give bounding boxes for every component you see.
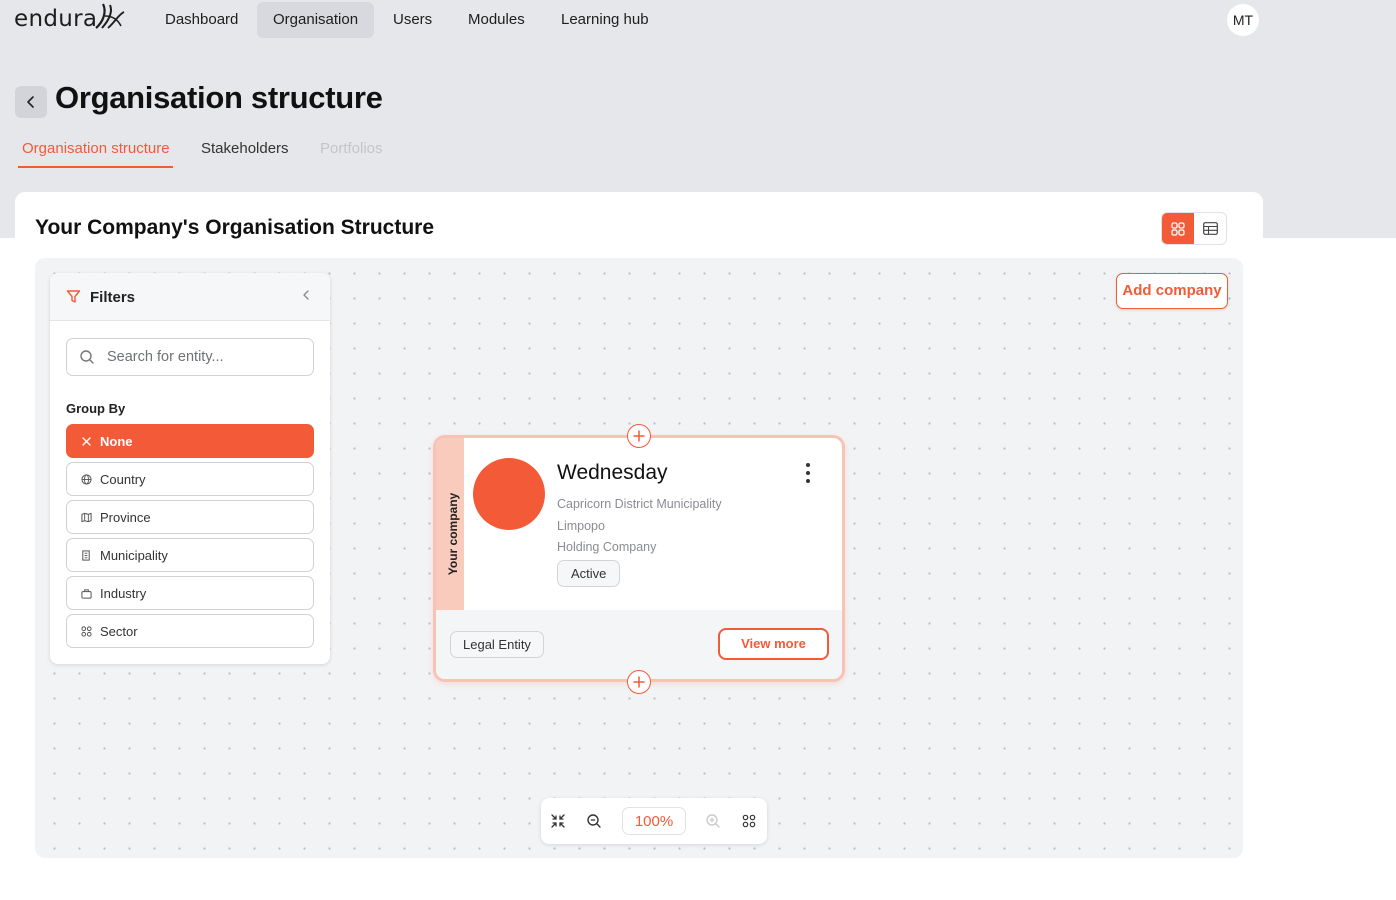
group-option-label: Industry <box>100 585 147 601</box>
grid-icon <box>742 814 756 828</box>
node-side-strip: Your company <box>436 438 464 610</box>
view-more-button[interactable]: View more <box>718 628 829 660</box>
status-badge: Active <box>557 560 621 587</box>
zoom-out-button[interactable] <box>584 811 604 831</box>
close-icon <box>79 434 93 448</box>
add-company-button[interactable]: Add company <box>1116 273 1228 309</box>
minimize-icon <box>551 814 565 828</box>
search-input[interactable] <box>107 347 307 367</box>
active-tab-indicator <box>18 166 173 168</box>
entity-type-badge: Legal Entity <box>450 631 544 658</box>
group-option-label: Sector <box>100 623 138 639</box>
filter-icon <box>66 290 81 303</box>
company-avatar <box>473 458 545 530</box>
filters-title: Filters <box>90 289 136 306</box>
group-option-label: None <box>100 433 133 449</box>
factory-icon <box>79 586 93 600</box>
company-node[interactable]: Your company Wednesday Capricorn Distric… <box>433 435 845 682</box>
collapse-panel-icon[interactable] <box>300 288 312 302</box>
group-option-municipality[interactable]: Municipality <box>66 538 314 572</box>
nav-users[interactable]: Users <box>377 2 448 38</box>
globe-icon <box>79 472 93 486</box>
layout-button[interactable] <box>739 811 759 831</box>
grid-icon <box>79 624 93 638</box>
node-side-label: Your company <box>446 492 460 576</box>
entity-search <box>66 338 314 376</box>
company-type: Holding Company <box>557 540 657 554</box>
table-icon <box>1202 222 1218 235</box>
tab-portfolios: Portfolios <box>320 140 383 157</box>
filters-panel: Filters Group By None Country Province M… <box>50 273 330 664</box>
nav-dashboard[interactable]: Dashboard <box>149 2 254 38</box>
search-icon <box>80 350 94 364</box>
brand-name: endura <box>14 6 98 32</box>
brand-mark-icon <box>95 3 125 29</box>
tab-stakeholders[interactable]: Stakeholders <box>201 140 289 157</box>
zoom-level[interactable]: 100% <box>622 807 686 835</box>
page-title: Organisation structure <box>55 80 383 115</box>
add-child-button[interactable] <box>627 670 651 694</box>
nav-learning-hub[interactable]: Learning hub <box>545 2 665 38</box>
zoom-toolbar: 100% <box>541 798 767 844</box>
more-options-icon[interactable] <box>804 462 812 484</box>
group-option-label: Province <box>100 509 151 525</box>
group-by-label: Group By <box>66 401 126 416</box>
group-option-country[interactable]: Country <box>66 462 314 496</box>
group-option-label: Municipality <box>100 547 168 563</box>
company-province: Limpopo <box>557 519 605 533</box>
zoom-in-button <box>703 811 723 831</box>
group-option-label: Country <box>100 471 146 487</box>
grid-view-button[interactable] <box>1162 213 1194 244</box>
add-parent-button[interactable] <box>627 424 651 448</box>
map-icon <box>79 510 93 524</box>
group-option-sector[interactable]: Sector <box>66 614 314 648</box>
brand-logo[interactable]: endura <box>14 3 127 34</box>
company-municipality: Capricorn District Municipality <box>557 497 722 511</box>
zoom-out-icon <box>587 814 601 828</box>
section-title: Your Company's Organisation Structure <box>35 216 434 239</box>
building-icon <box>79 548 93 562</box>
grid-icon <box>1171 221 1185 236</box>
top-nav: endura Dashboard Organisation Users Modu… <box>0 0 1396 40</box>
back-button[interactable] <box>15 86 47 118</box>
user-avatar[interactable]: MT <box>1227 4 1259 36</box>
group-option-none[interactable]: None <box>66 424 314 458</box>
company-name: Wednesday <box>557 461 668 484</box>
tab-organisation-structure[interactable]: Organisation structure <box>22 140 170 157</box>
fit-view-button[interactable] <box>548 811 568 831</box>
plus-icon <box>633 676 645 688</box>
chevron-left-icon <box>27 96 34 108</box>
group-option-industry[interactable]: Industry <box>66 576 314 610</box>
nav-organisation[interactable]: Organisation <box>257 2 375 38</box>
plus-icon <box>633 430 645 442</box>
zoom-in-icon <box>706 814 720 828</box>
nav-modules[interactable]: Modules <box>452 2 541 38</box>
view-toggle <box>1161 212 1227 245</box>
group-option-province[interactable]: Province <box>66 500 314 534</box>
table-view-button[interactable] <box>1194 213 1226 244</box>
